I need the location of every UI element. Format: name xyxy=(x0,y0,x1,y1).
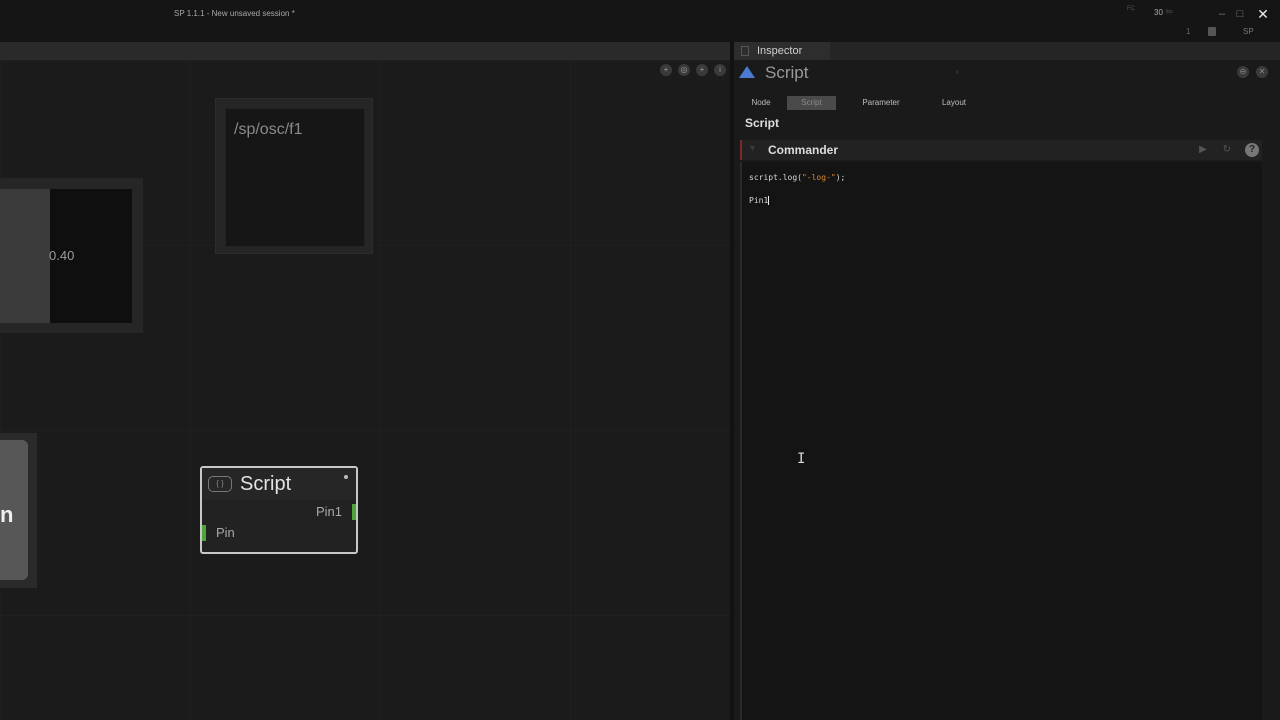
help-icon[interactable]: ? xyxy=(1245,143,1259,157)
script-code-icon: { } xyxy=(208,476,232,492)
section-label: Script xyxy=(745,116,780,130)
script-node-header[interactable]: { } Script xyxy=(202,468,356,500)
commander-label: Commander xyxy=(768,143,839,157)
fps-unit: fps xyxy=(1166,9,1173,15)
target-icon[interactable]: ◎ xyxy=(678,64,690,76)
plus-circle-icon[interactable]: + xyxy=(696,64,708,76)
code-identifier: Pin1 xyxy=(749,196,769,205)
inspector-tab-label: Inspector xyxy=(757,45,803,57)
input-pin-connector[interactable] xyxy=(202,525,206,541)
partial-node-body: n xyxy=(0,440,28,580)
slider-fill xyxy=(0,189,50,323)
subtab-node[interactable]: Node xyxy=(742,96,780,110)
text-caret xyxy=(768,196,770,205)
run-icon[interactable]: ▶ xyxy=(1196,143,1210,157)
subtab-layout[interactable]: Layout xyxy=(930,96,978,110)
canvas-toolbar xyxy=(0,42,730,60)
node-canvas[interactable]: + ◎ + i /sp/osc/f1 0.40 n { } Script Pin… xyxy=(0,60,730,720)
collapse-icon[interactable]: ⊖ xyxy=(1237,66,1249,78)
code-line-2[interactable]: Pin1 xyxy=(749,196,770,205)
inspector-title: Script xyxy=(765,63,809,82)
panel-icon xyxy=(741,46,749,56)
minimize-icon[interactable]: – xyxy=(1214,6,1230,22)
close-icon[interactable]: ✕ xyxy=(1255,6,1271,22)
output-pin-connector[interactable] xyxy=(352,504,356,520)
code-editor[interactable]: script.log("-log-"); Pin1 xyxy=(740,162,1262,720)
maximize-icon[interactable]: □ xyxy=(1232,6,1248,22)
partial-node-label: n xyxy=(0,502,14,527)
logo: SP xyxy=(1243,27,1254,36)
status-icon xyxy=(1208,27,1216,36)
fps-value: 30 xyxy=(1154,8,1163,17)
chevron-down-icon[interactable]: ▼ xyxy=(748,143,757,153)
title-marker: ı xyxy=(956,69,958,76)
subtab-parameter[interactable]: Parameter xyxy=(854,96,908,110)
osc-node[interactable]: /sp/osc/f1 xyxy=(215,98,373,254)
tab-inspector[interactable]: Inspector xyxy=(734,42,830,60)
inspector-panel: Script ı ⊖ ✕ Node Script Parameter Layou… xyxy=(734,60,1280,720)
input-pin-label: Pin xyxy=(216,525,235,540)
slider-value: 0.40 xyxy=(49,248,75,263)
tabbar-empty xyxy=(830,42,1280,60)
code-line-1[interactable]: script.log("-log-"); xyxy=(749,173,845,182)
output-pin-label: Pin1 xyxy=(315,504,342,519)
code-string-literal: "-log-" xyxy=(801,173,836,182)
window-title: SP 1.1.1 - New unsaved session * xyxy=(174,9,295,18)
commander-header[interactable]: ▼ Commander ▶ ↻ ? xyxy=(740,140,1262,160)
slider-node[interactable]: 0.40 xyxy=(0,178,143,333)
inspector-tabbar: Inspector xyxy=(734,42,1280,60)
script-node-title: Script xyxy=(240,473,292,495)
status-count: 1 xyxy=(1186,27,1191,36)
reload-icon[interactable]: ↻ xyxy=(1220,143,1234,157)
node-status-dot xyxy=(344,475,348,479)
info-icon[interactable]: i xyxy=(714,64,726,76)
partial-node[interactable]: n xyxy=(0,433,37,588)
code-call: script.log( xyxy=(749,173,802,182)
osc-address-label: /sp/osc/f1 xyxy=(234,121,303,138)
title-bar: SP 1.1.1 - New unsaved session * FC 30 f… xyxy=(0,0,1280,42)
osc-display: /sp/osc/f1 xyxy=(225,108,365,247)
close-panel-icon[interactable]: ✕ xyxy=(1256,66,1268,78)
code-terminator: ); xyxy=(835,173,846,182)
i-beam-cursor-icon: I xyxy=(797,451,806,467)
fps-label: FC xyxy=(1127,6,1135,12)
subtab-script[interactable]: Script xyxy=(787,96,836,110)
script-type-icon xyxy=(739,66,755,78)
add-node-icon[interactable]: + xyxy=(660,64,672,76)
script-node[interactable]: { } Script Pin1 Pin xyxy=(200,466,358,554)
